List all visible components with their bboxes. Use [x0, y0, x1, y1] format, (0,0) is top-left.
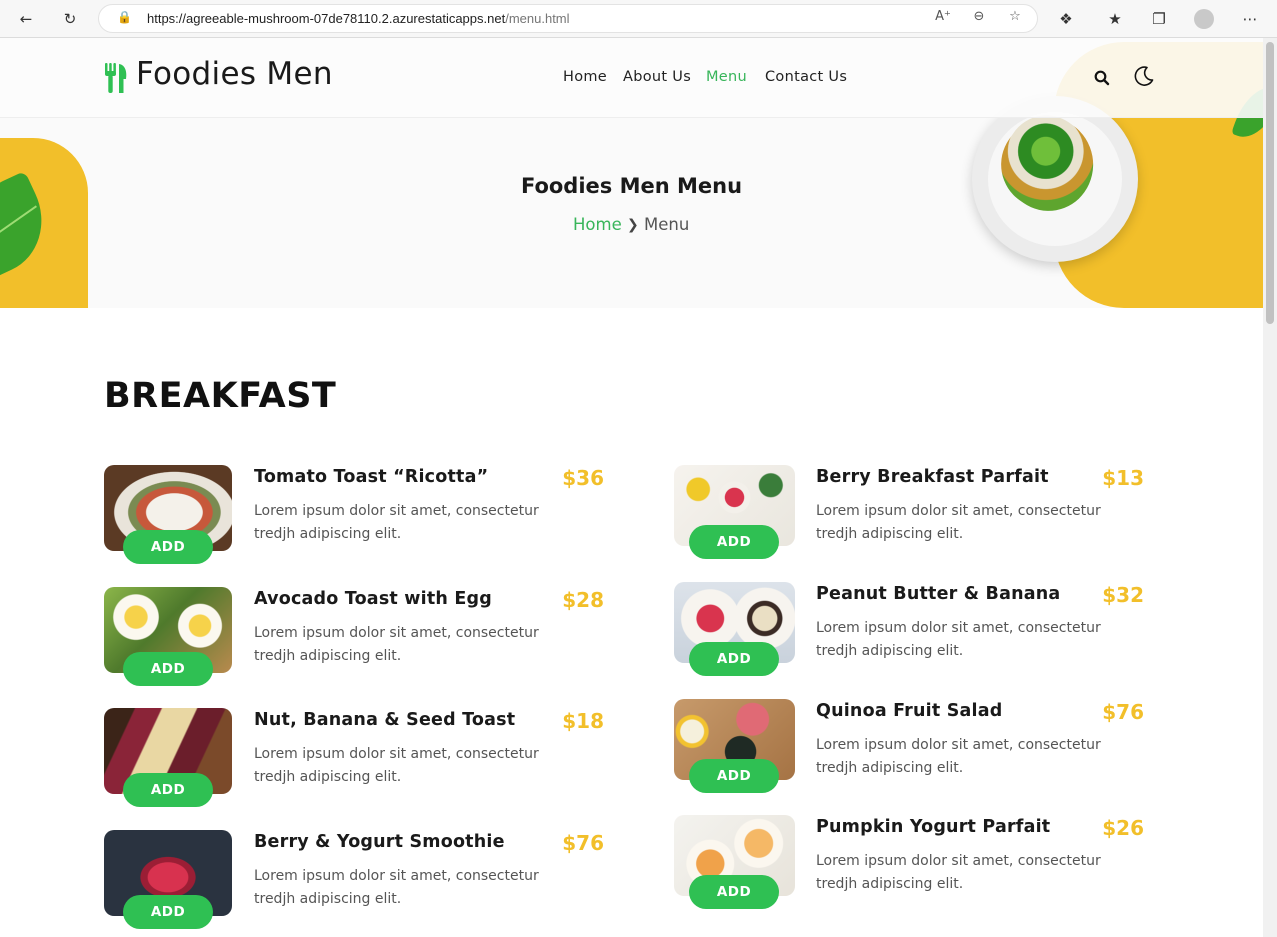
menu-item-price: $13: [1102, 466, 1144, 490]
site-logo[interactable]: Foodies Men: [136, 56, 333, 92]
chevron-right-icon: ❯: [627, 217, 639, 233]
back-icon[interactable]: ←: [16, 9, 36, 29]
menu-item-name: Nut, Banana & Seed Toast: [254, 710, 516, 730]
url-text[interactable]: https://agreeable-mushroom-07de78110.2.a…: [147, 11, 570, 26]
menu-item: ADD Pumpkin Yogurt Parfait $26 Lorem ips…: [674, 815, 1144, 915]
add-button[interactable]: ADD: [689, 759, 779, 793]
page-viewport: Foodies Men Home About Us Menu Contact U…: [0, 38, 1263, 937]
menu-item-name: Quinoa Fruit Salad: [816, 701, 1003, 721]
menu-item-name: Peanut Butter & Banana: [816, 584, 1061, 604]
favorites-icon[interactable]: ★: [1105, 9, 1125, 29]
menu-item-price: $18: [562, 709, 604, 733]
add-button[interactable]: ADD: [123, 530, 213, 564]
add-button[interactable]: ADD: [689, 875, 779, 909]
menu-item: ADD Tomato Toast “Ricotta” $36 Lorem ips…: [104, 465, 604, 565]
nav-link-contact[interactable]: Contact Us: [765, 69, 847, 85]
scrollbar-thumb[interactable]: [1266, 42, 1274, 324]
menu-item: ADD Peanut Butter & Banana $32 Lorem ips…: [674, 582, 1144, 682]
browser-toolbar: ← ↻ 🔒 https://agreeable-mushroom-07de781…: [0, 0, 1277, 38]
favorite-add-icon[interactable]: ☆: [1005, 9, 1025, 24]
menu-item-name: Pumpkin Yogurt Parfait: [816, 817, 1051, 837]
menu-item-description: Lorem ipsum dolor sit amet, consectetur …: [254, 625, 539, 664]
menu-item-description: Lorem ipsum dolor sit amet, consectetur …: [254, 868, 539, 907]
vertical-scrollbar[interactable]: [1263, 38, 1277, 937]
section-title: BREAKFAST: [104, 376, 337, 416]
menu-item: ADD Berry & Yogurt Smoothie $76 Lorem ip…: [104, 830, 604, 930]
menu-item-name: Berry & Yogurt Smoothie: [254, 832, 505, 852]
breadcrumb-home[interactable]: Home: [573, 215, 622, 234]
url-host: https://agreeable-mushroom-07de78110.2.a…: [147, 11, 506, 26]
menu-item-description: Lorem ipsum dolor sit amet, consectetur …: [254, 503, 539, 542]
menu-item-price: $36: [562, 466, 604, 490]
url-path: /menu.html: [505, 11, 570, 26]
zoom-icon[interactable]: ⊖: [969, 9, 989, 24]
menu-item-price: $28: [562, 588, 604, 612]
read-aloud-icon[interactable]: A⁺: [933, 9, 953, 24]
menu-item-price: $32: [1102, 583, 1144, 607]
menu-item-description: Lorem ipsum dolor sit amet, consectetur …: [254, 746, 539, 785]
refresh-icon[interactable]: ↻: [60, 9, 80, 29]
menu-item-name: Tomato Toast “Ricotta”: [254, 467, 489, 487]
menu-item-price: $26: [1102, 816, 1144, 840]
nav-link-about[interactable]: About Us: [623, 69, 691, 85]
menu-item-price: $76: [562, 831, 604, 855]
add-button[interactable]: ADD: [123, 773, 213, 807]
add-button[interactable]: ADD: [689, 642, 779, 676]
menu-item: ADD Berry Breakfast Parfait $13 Lorem ip…: [674, 465, 1144, 565]
breadcrumb-current: Menu: [644, 215, 690, 234]
fork-knife-icon: [105, 63, 127, 93]
menu-item-description: Lorem ipsum dolor sit amet, consectetur …: [816, 737, 1101, 776]
menu-item-name: Berry Breakfast Parfait: [816, 467, 1049, 487]
menu-item-name: Avocado Toast with Egg: [254, 589, 492, 609]
more-icon[interactable]: ⋯: [1240, 9, 1260, 29]
menu-item: ADD Nut, Banana & Seed Toast $18 Lorem i…: [104, 708, 604, 808]
profile-icon[interactable]: [1194, 9, 1214, 29]
add-button[interactable]: ADD: [689, 525, 779, 559]
lock-icon[interactable]: 🔒: [117, 10, 132, 24]
add-button[interactable]: ADD: [123, 895, 213, 929]
extensions-icon[interactable]: ❖: [1056, 9, 1076, 29]
nav-link-menu[interactable]: Menu: [706, 69, 747, 85]
menu-item: ADD Avocado Toast with Egg $28 Lorem ips…: [104, 587, 604, 687]
collections-icon[interactable]: ❐: [1149, 9, 1169, 29]
page-title: Foodies Men Menu: [520, 174, 743, 198]
menu-item-price: $76: [1102, 700, 1144, 724]
nav-link-home[interactable]: Home: [563, 69, 607, 85]
menu-item: ADD Quinoa Fruit Salad $76 Lorem ipsum d…: [674, 699, 1144, 799]
site-navbar: Foodies Men Home About Us Menu Contact U…: [0, 38, 1263, 118]
address-bar[interactable]: 🔒 https://agreeable-mushroom-07de78110.2…: [98, 4, 1038, 33]
menu-item-description: Lorem ipsum dolor sit amet, consectetur …: [816, 503, 1101, 542]
moon-icon[interactable]: [1133, 65, 1155, 87]
add-button[interactable]: ADD: [123, 652, 213, 686]
search-icon[interactable]: [1093, 69, 1111, 87]
menu-item-description: Lorem ipsum dolor sit amet, consectetur …: [816, 620, 1101, 659]
menu-item-description: Lorem ipsum dolor sit amet, consectetur …: [816, 853, 1101, 892]
